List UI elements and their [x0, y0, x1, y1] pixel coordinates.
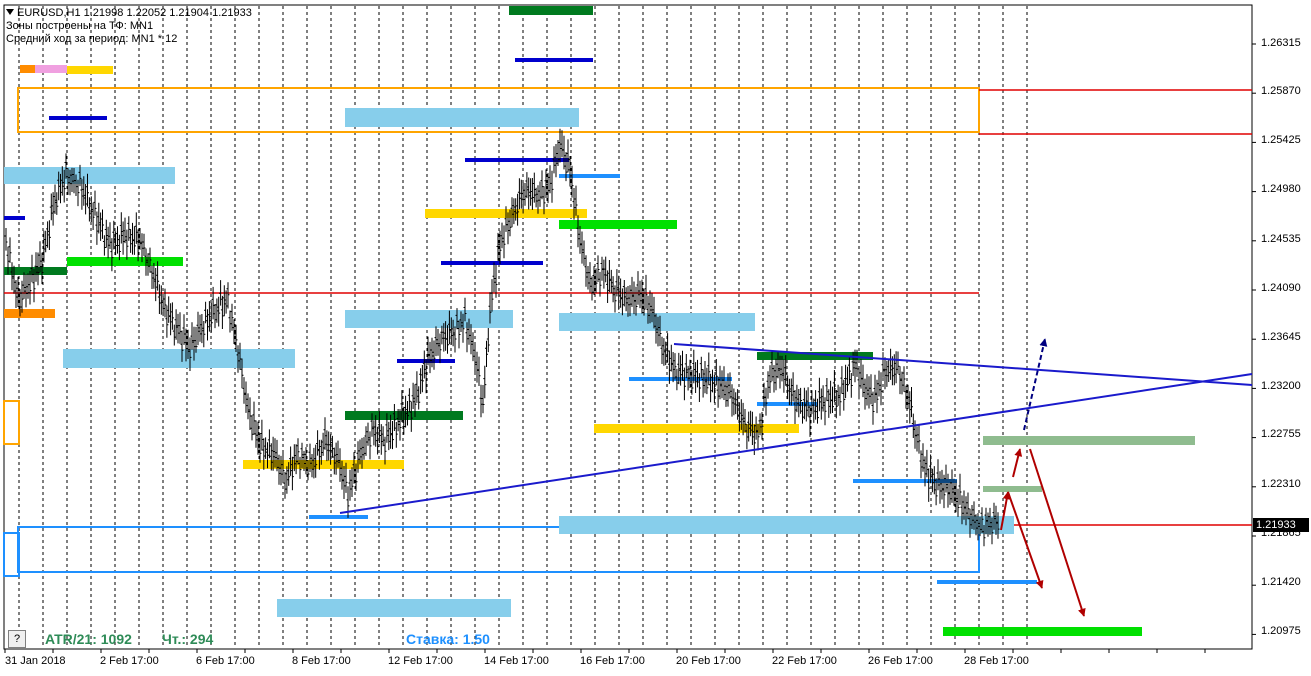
light-blue-bar	[345, 310, 513, 328]
time-label: 14 Feb 17:00	[484, 655, 549, 667]
symbol-line: EURUSD,H1 1.21998 1.22052 1.21904 1.2193…	[17, 7, 252, 19]
price-label: 1.25425	[1261, 134, 1301, 146]
time-label: 8 Feb 17:00	[292, 655, 351, 667]
light-blue-bar	[559, 516, 1014, 534]
dark-blue-line	[441, 261, 543, 265]
time-label: 31 Jan 2018	[5, 655, 66, 667]
bright-green-bar	[943, 627, 1142, 636]
dark-blue-line	[49, 116, 107, 120]
gold-bar	[594, 424, 799, 433]
light-blue-bar	[345, 108, 579, 127]
pink-bar	[35, 65, 67, 73]
time-label: 16 Feb 17:00	[580, 655, 645, 667]
light-blue-bar	[63, 349, 295, 368]
grey-green-bar	[983, 486, 1042, 492]
time-label: 20 Feb 17:00	[676, 655, 741, 667]
triangle-down-icon	[6, 9, 14, 15]
light-blue-bar	[4, 167, 175, 184]
price-label: 1.25870	[1261, 85, 1301, 97]
avg-range-line: Средний ход за период: MN1 * 12	[6, 33, 178, 45]
rate-value: Ставка: 1.50	[406, 631, 490, 647]
price-label: 1.23645	[1261, 331, 1301, 343]
time-label: 22 Feb 17:00	[772, 655, 837, 667]
time-axis-ticks	[4, 649, 1206, 653]
current-price-tag: 1.21933	[1253, 518, 1309, 532]
sky-blue-line	[309, 515, 368, 519]
bright-green-bar	[559, 220, 677, 229]
price-label: 1.20975	[1261, 625, 1301, 637]
dark-blue-line	[4, 216, 25, 220]
orange-bar	[20, 65, 35, 73]
dark-green-bar	[509, 6, 593, 15]
dark-blue-line	[515, 58, 593, 62]
price-label: 1.26315	[1261, 37, 1301, 49]
price-axis-ticks	[1252, 43, 1256, 635]
price-label: 1.21420	[1261, 576, 1301, 588]
sky-blue-line	[937, 580, 1037, 584]
price-label: 1.24535	[1261, 233, 1301, 245]
time-label: 2 Feb 17:00	[100, 655, 159, 667]
light-blue-bar	[559, 313, 755, 331]
time-label: 28 Feb 17:00	[964, 655, 1029, 667]
sky-blue-line	[559, 174, 620, 178]
sky-blue-line	[853, 479, 957, 483]
zones-line: Зоны построены на ТФ: MN1	[6, 20, 154, 32]
atr-value: ATR/21: 1092	[45, 631, 132, 647]
bright-green-bar	[67, 257, 183, 266]
price-label: 1.24980	[1261, 183, 1301, 195]
price-label: 1.22310	[1261, 478, 1301, 490]
light-blue-bar	[277, 599, 511, 617]
time-label: 26 Feb 17:00	[868, 655, 933, 667]
time-label: 6 Feb 17:00	[196, 655, 255, 667]
price-label: 1.22755	[1261, 428, 1301, 440]
time-label: 12 Feb 17:00	[388, 655, 453, 667]
tick-count: Чт.: 294	[162, 631, 214, 647]
dark-blue-line	[465, 158, 569, 162]
chart-info: EURUSD,H1 1.21998 1.22052 1.21904 1.2193…	[6, 7, 252, 46]
gold-bar	[67, 66, 113, 74]
grey-green-bar	[983, 436, 1195, 445]
orange-bar	[4, 309, 55, 318]
help-button[interactable]: ?	[8, 630, 26, 648]
price-label: 1.24090	[1261, 282, 1301, 294]
price-chart[interactable]	[0, 0, 1311, 676]
price-label: 1.23200	[1261, 380, 1301, 392]
